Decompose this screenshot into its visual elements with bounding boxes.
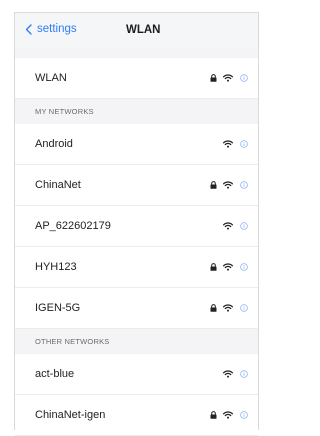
wifi-icon: [223, 74, 233, 82]
lock-icon: [210, 263, 217, 271]
network-name: AP_622602179: [35, 220, 111, 232]
network-icons: [223, 370, 248, 378]
wifi-icon: [223, 181, 233, 189]
my-networks-header: MY NETWORKS: [15, 99, 258, 124]
back-button[interactable]: settings: [25, 23, 77, 35]
lock-icon: [210, 304, 217, 312]
wlan-screen: settings WLAN WLAN MY NETWORKS Android Ch…: [14, 12, 259, 436]
info-icon[interactable]: [240, 370, 248, 378]
lock-icon: [210, 181, 217, 189]
network-name: IGEN-5G: [35, 302, 81, 314]
network-row[interactable]: ChinaNet: [15, 165, 258, 206]
info-icon[interactable]: [240, 411, 248, 419]
network-row[interactable]: act-blue: [15, 354, 258, 395]
wifi-icon: [223, 140, 233, 148]
network-row[interactable]: HYH123: [15, 247, 258, 288]
info-icon[interactable]: [240, 140, 248, 148]
other-networks-header: OTHER NETWORKS: [15, 329, 258, 354]
other-networks-list: act-blue ChinaNet-igen: [15, 354, 258, 436]
network-name: HYH123: [35, 261, 77, 273]
section-spacer: [15, 49, 258, 58]
wifi-icon: [223, 370, 233, 378]
wifi-icon: [223, 263, 233, 271]
chevron-left-icon: [25, 23, 32, 35]
info-icon[interactable]: [240, 263, 248, 271]
network-row[interactable]: Android: [15, 124, 258, 165]
wifi-icon: [223, 222, 233, 230]
network-icons: [210, 263, 248, 271]
network-icons: [223, 222, 248, 230]
network-icons: [210, 181, 248, 189]
network-name: ChinaNet-igen: [35, 409, 106, 421]
network-name: act-blue: [35, 368, 75, 380]
network-name: ChinaNet: [35, 179, 81, 191]
network-name: Android: [35, 138, 73, 150]
network-row[interactable]: IGEN-5G: [15, 288, 258, 329]
lock-icon: [210, 74, 217, 82]
my-networks-list: Android ChinaNet AP_622602179 HYH123 IGEN-5G: [15, 124, 258, 329]
info-icon[interactable]: [240, 304, 248, 312]
wlan-row-label: WLAN: [35, 72, 67, 84]
wifi-icon: [223, 304, 233, 312]
info-icon[interactable]: [240, 222, 248, 230]
info-icon[interactable]: [240, 74, 248, 82]
network-icons: [210, 304, 248, 312]
wifi-icon: [223, 411, 233, 419]
network-icons: [210, 411, 248, 419]
wlan-row-icons: [210, 74, 248, 82]
lock-icon: [210, 411, 217, 419]
network-row[interactable]: AP_622602179: [15, 206, 258, 247]
wlan-row[interactable]: WLAN: [15, 58, 258, 99]
nav-header: settings WLAN: [15, 13, 258, 49]
info-icon[interactable]: [240, 181, 248, 189]
network-icons: [223, 140, 248, 148]
back-label: settings: [37, 23, 77, 35]
page-title: WLAN: [126, 24, 161, 36]
